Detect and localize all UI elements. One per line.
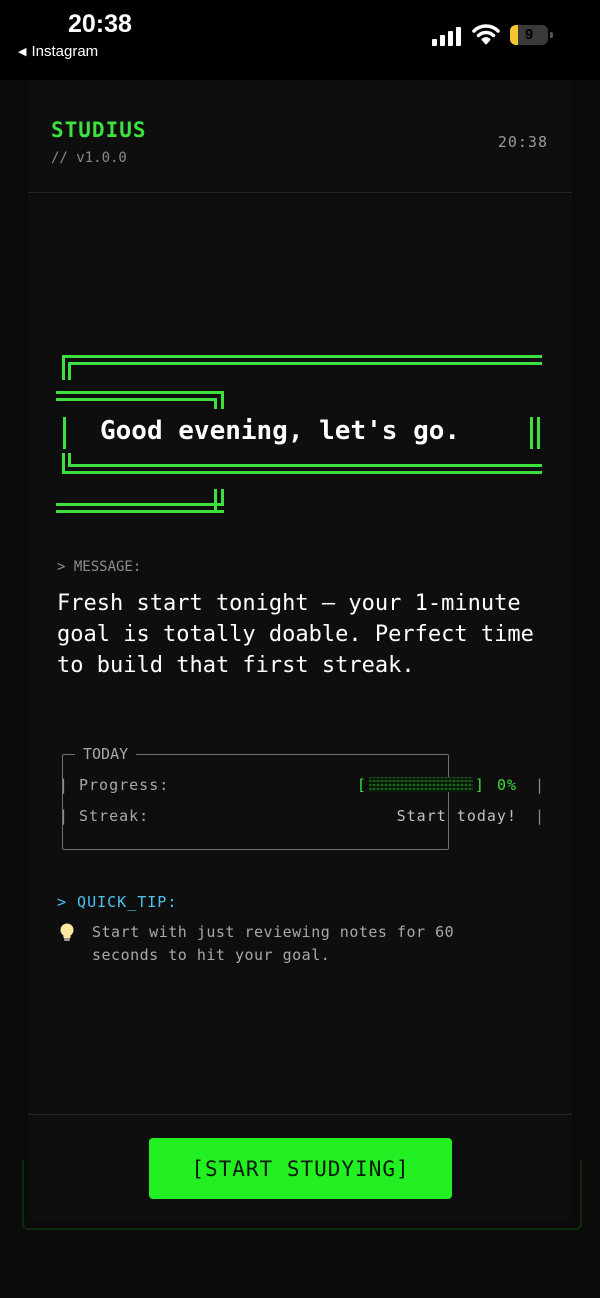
greeting-box: Good evening, let's go. xyxy=(56,355,542,515)
streak-label: Streak: xyxy=(79,807,150,825)
quick-tip-text: Start with just reviewing notes for 60 s… xyxy=(92,923,455,964)
today-frame xyxy=(62,754,449,850)
message-text: Fresh start tonight — your 1-minute goal… xyxy=(57,591,534,678)
progress-percent: 0% xyxy=(496,776,517,794)
app-logo: STUDIUS xyxy=(51,118,147,142)
status-bar: 20:38 ◀ Instagram 9 xyxy=(0,0,600,80)
cellular-signal-icon xyxy=(432,26,464,46)
battery-icon: 9 xyxy=(510,25,553,45)
today-panel: TODAY | Progress: [] 0% | | Streak: Start… xyxy=(57,740,547,852)
status-time: 20:38 xyxy=(68,10,132,38)
wifi-icon xyxy=(472,24,500,45)
progress-bar-track xyxy=(368,777,473,792)
battery-level: 9 xyxy=(524,26,534,43)
today-title: TODAY xyxy=(75,745,137,763)
back-to-app-link[interactable]: ◀ Instagram xyxy=(18,43,98,60)
progress-label: Progress: xyxy=(79,776,170,794)
greeting-heading: Good evening, let's go. xyxy=(100,416,461,446)
header-clock: 20:38 xyxy=(497,133,548,151)
start-studying-button[interactable]: [START STUDYING] xyxy=(149,1138,452,1199)
back-arrow-icon: ◀ xyxy=(18,46,27,58)
progress-bar: [] xyxy=(356,776,485,794)
progress-value-group: [] 0% xyxy=(357,776,517,794)
progress-row: | Progress: [] 0% | xyxy=(59,776,545,794)
app-header: STUDIUS // v1.0.0 20:38 xyxy=(28,80,572,193)
app-screen: STUDIUS // v1.0.0 20:38 xyxy=(0,80,600,1298)
lightbulb-icon xyxy=(60,923,74,941)
footer-divider xyxy=(28,1114,572,1115)
back-app-label: Instagram xyxy=(31,43,99,60)
streak-value: Start today! xyxy=(396,807,517,825)
app-version: // v1.0.0 xyxy=(51,150,127,166)
quick-tip-label: > QUICK_TIP: xyxy=(57,893,178,911)
streak-row: | Streak: Start today! | xyxy=(59,807,545,825)
message-label: > MESSAGE: xyxy=(57,559,142,575)
